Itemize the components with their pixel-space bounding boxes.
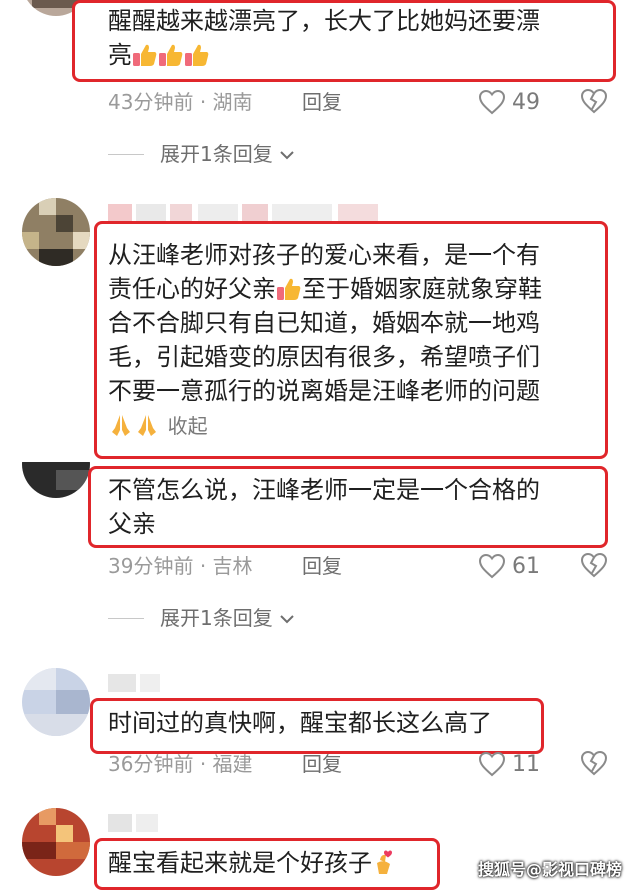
praying-hands-emoji-icon (108, 412, 134, 438)
comment-meta: 43分钟前 · 湖南 (108, 90, 253, 114)
comment-meta: 36分钟前 · 福建 (108, 752, 253, 776)
like-button[interactable]: 49 (478, 87, 540, 117)
comment-text: 不管怎么说，汪峰老师一定是一个合格的 父亲 (108, 476, 540, 538)
reply-button[interactable]: 回复 (302, 552, 342, 580)
avatar[interactable] (22, 198, 90, 266)
chevron-down-icon (279, 140, 295, 168)
heart-icon (478, 553, 506, 579)
reply-button[interactable]: 回复 (302, 750, 342, 778)
comment-text: 时间过的真快啊，醒宝都长这么高了 (108, 709, 492, 737)
thumbs-up-emoji-icon (184, 42, 210, 68)
comment-text: 从汪峰老师对孩子的爱心来看，是一个有 责任心的好父亲 至于婚姻家庭就象穿鞋 合不合… (108, 241, 542, 438)
like-button[interactable]: 11 (478, 749, 540, 779)
comment-text: 醒宝看起来就是个好孩子 (108, 846, 438, 880)
finger-heart-emoji-icon (372, 850, 398, 876)
comment-meta: 39分钟前 · 吉林 (108, 554, 253, 578)
thumbs-up-emoji-icon (158, 42, 184, 68)
avatar[interactable] (22, 668, 90, 736)
divider-line (108, 153, 144, 155)
broken-heart-icon[interactable] (580, 750, 608, 776)
praying-hands-emoji-icon (134, 412, 160, 438)
thumbs-up-emoji-icon (132, 42, 158, 68)
expand-replies-button[interactable]: 展开1条回复 (108, 140, 295, 168)
like-count: 61 (512, 553, 540, 579)
watermark: 搜狐号@影视口碑榜 (477, 860, 622, 879)
reply-button[interactable]: 回复 (302, 88, 342, 116)
comment-text: 醒醒越来越漂亮了，长大了比她妈还要漂 亮 (108, 7, 540, 69)
broken-heart-icon[interactable] (580, 552, 608, 578)
avatar[interactable] (22, 430, 90, 498)
expand-replies-button[interactable]: 展开1条回复 (108, 604, 295, 632)
chevron-down-icon (279, 604, 295, 632)
thumbs-up-emoji-icon (276, 276, 302, 302)
divider-line (108, 617, 144, 619)
collapse-button[interactable]: 收起 (168, 414, 208, 438)
heart-icon (478, 751, 506, 777)
like-count: 11 (512, 751, 540, 777)
like-button[interactable]: 61 (478, 551, 540, 581)
broken-heart-icon[interactable] (580, 88, 608, 114)
avatar[interactable] (22, 808, 90, 876)
like-count: 49 (512, 89, 540, 115)
heart-icon (478, 89, 506, 115)
